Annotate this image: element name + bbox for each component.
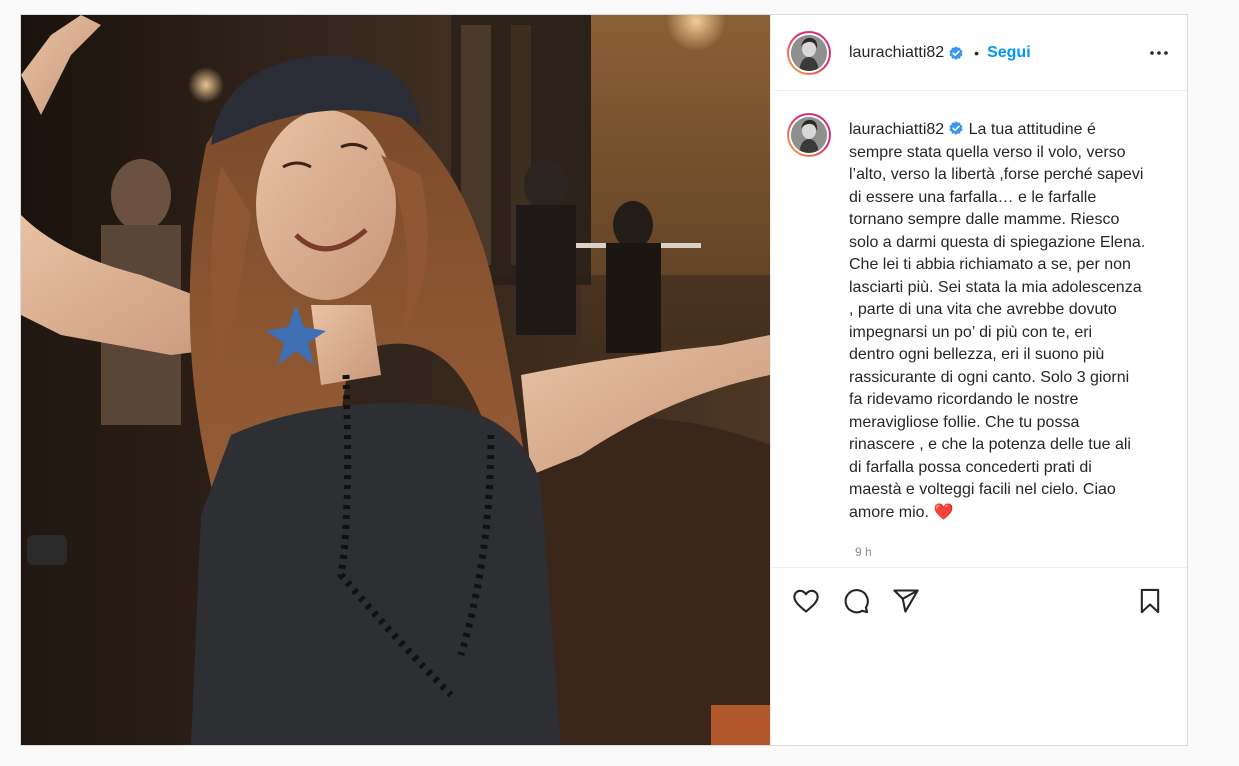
caption-username[interactable]: laurachiatti82 <box>849 121 944 138</box>
separator-dot: • <box>974 44 980 61</box>
comment-area-blank <box>771 633 1187 745</box>
caption-line: rinascere , e che la potenza delle tue a… <box>849 436 1131 453</box>
caption-line: meravigliose follie. Che tu possa <box>849 413 1080 431</box>
caption-avatar-photo <box>791 117 827 153</box>
caption-line: solo a darmi questa di spiegazione Elena… <box>849 233 1146 251</box>
post-card: laurachiatti82 • Segui laurachiatti82 La… <box>20 14 1188 746</box>
caption-line: fa ridevamo ricordando le nostre <box>849 391 1079 408</box>
action-bar <box>771 567 1187 633</box>
caption-line: Che lei ti abbia richiamato a se, per no… <box>849 256 1131 273</box>
verified-badge-icon <box>948 45 964 61</box>
post-timestamp[interactable]: 9 h <box>855 545 872 559</box>
caption-line: l’alto, verso la libertà ,forse perché s… <box>849 166 1144 183</box>
avatar[interactable] <box>787 30 831 75</box>
post-sidebar: laurachiatti82 • Segui laurachiatti82 La… <box>770 15 1187 745</box>
caption-line: sempre stata quella verso il volo, verso <box>849 143 1126 161</box>
caption-avatar[interactable] <box>787 113 831 157</box>
header-username[interactable]: laurachiatti82 <box>849 44 944 62</box>
caption-verified-badge-icon <box>948 120 964 136</box>
caption-area: laurachiatti82 La tua attitudine é sempre… <box>771 91 1187 567</box>
bookmark-icon[interactable] <box>1135 586 1165 616</box>
heart-icon[interactable] <box>791 586 821 616</box>
caption-line: , parte di una vita che avrebbe dovuto <box>849 301 1117 318</box>
caption-line: La tua attitudine é <box>968 121 1096 138</box>
caption-text: laurachiatti82 La tua attitudine é sempre… <box>849 119 1149 524</box>
caption-body: La tua attitudine é sempre stata quella v… <box>849 121 1145 521</box>
share-icon[interactable] <box>891 586 921 616</box>
post-photo[interactable] <box>21 15 770 745</box>
caption-line: rassicurante di ogni canto. Solo 3 giorn… <box>849 368 1130 386</box>
comment-icon[interactable] <box>841 586 871 616</box>
red-heart-emoji-icon: ❤️ <box>933 503 954 521</box>
post-header: laurachiatti82 • Segui <box>771 15 1187 91</box>
caption-line: amore mio. <box>849 503 930 521</box>
caption-line: lasciarti più. Sei stata la mia adolesce… <box>849 278 1142 296</box>
caption-line: di essere una farfalla… e le farfalle <box>849 188 1097 206</box>
photo-illustration <box>21 15 770 745</box>
avatar-photo <box>791 34 827 71</box>
caption-line: tornano sempre dalle mamme. Riesco <box>849 211 1120 228</box>
follow-button[interactable]: Segui <box>987 44 1031 62</box>
caption-line: maestà e volteggi facili nel cielo. Ciao <box>849 481 1116 498</box>
more-options-icon[interactable] <box>1147 41 1171 65</box>
caption-line: di farfalla possa concederti prati di <box>849 458 1092 476</box>
caption-line: impegnarsi un po’ di più con te, eri <box>849 323 1093 341</box>
caption-line: dentro ogni bellezza, eri il suono più <box>849 346 1105 363</box>
caption-row: laurachiatti82 La tua attitudine é sempre… <box>787 113 1171 524</box>
